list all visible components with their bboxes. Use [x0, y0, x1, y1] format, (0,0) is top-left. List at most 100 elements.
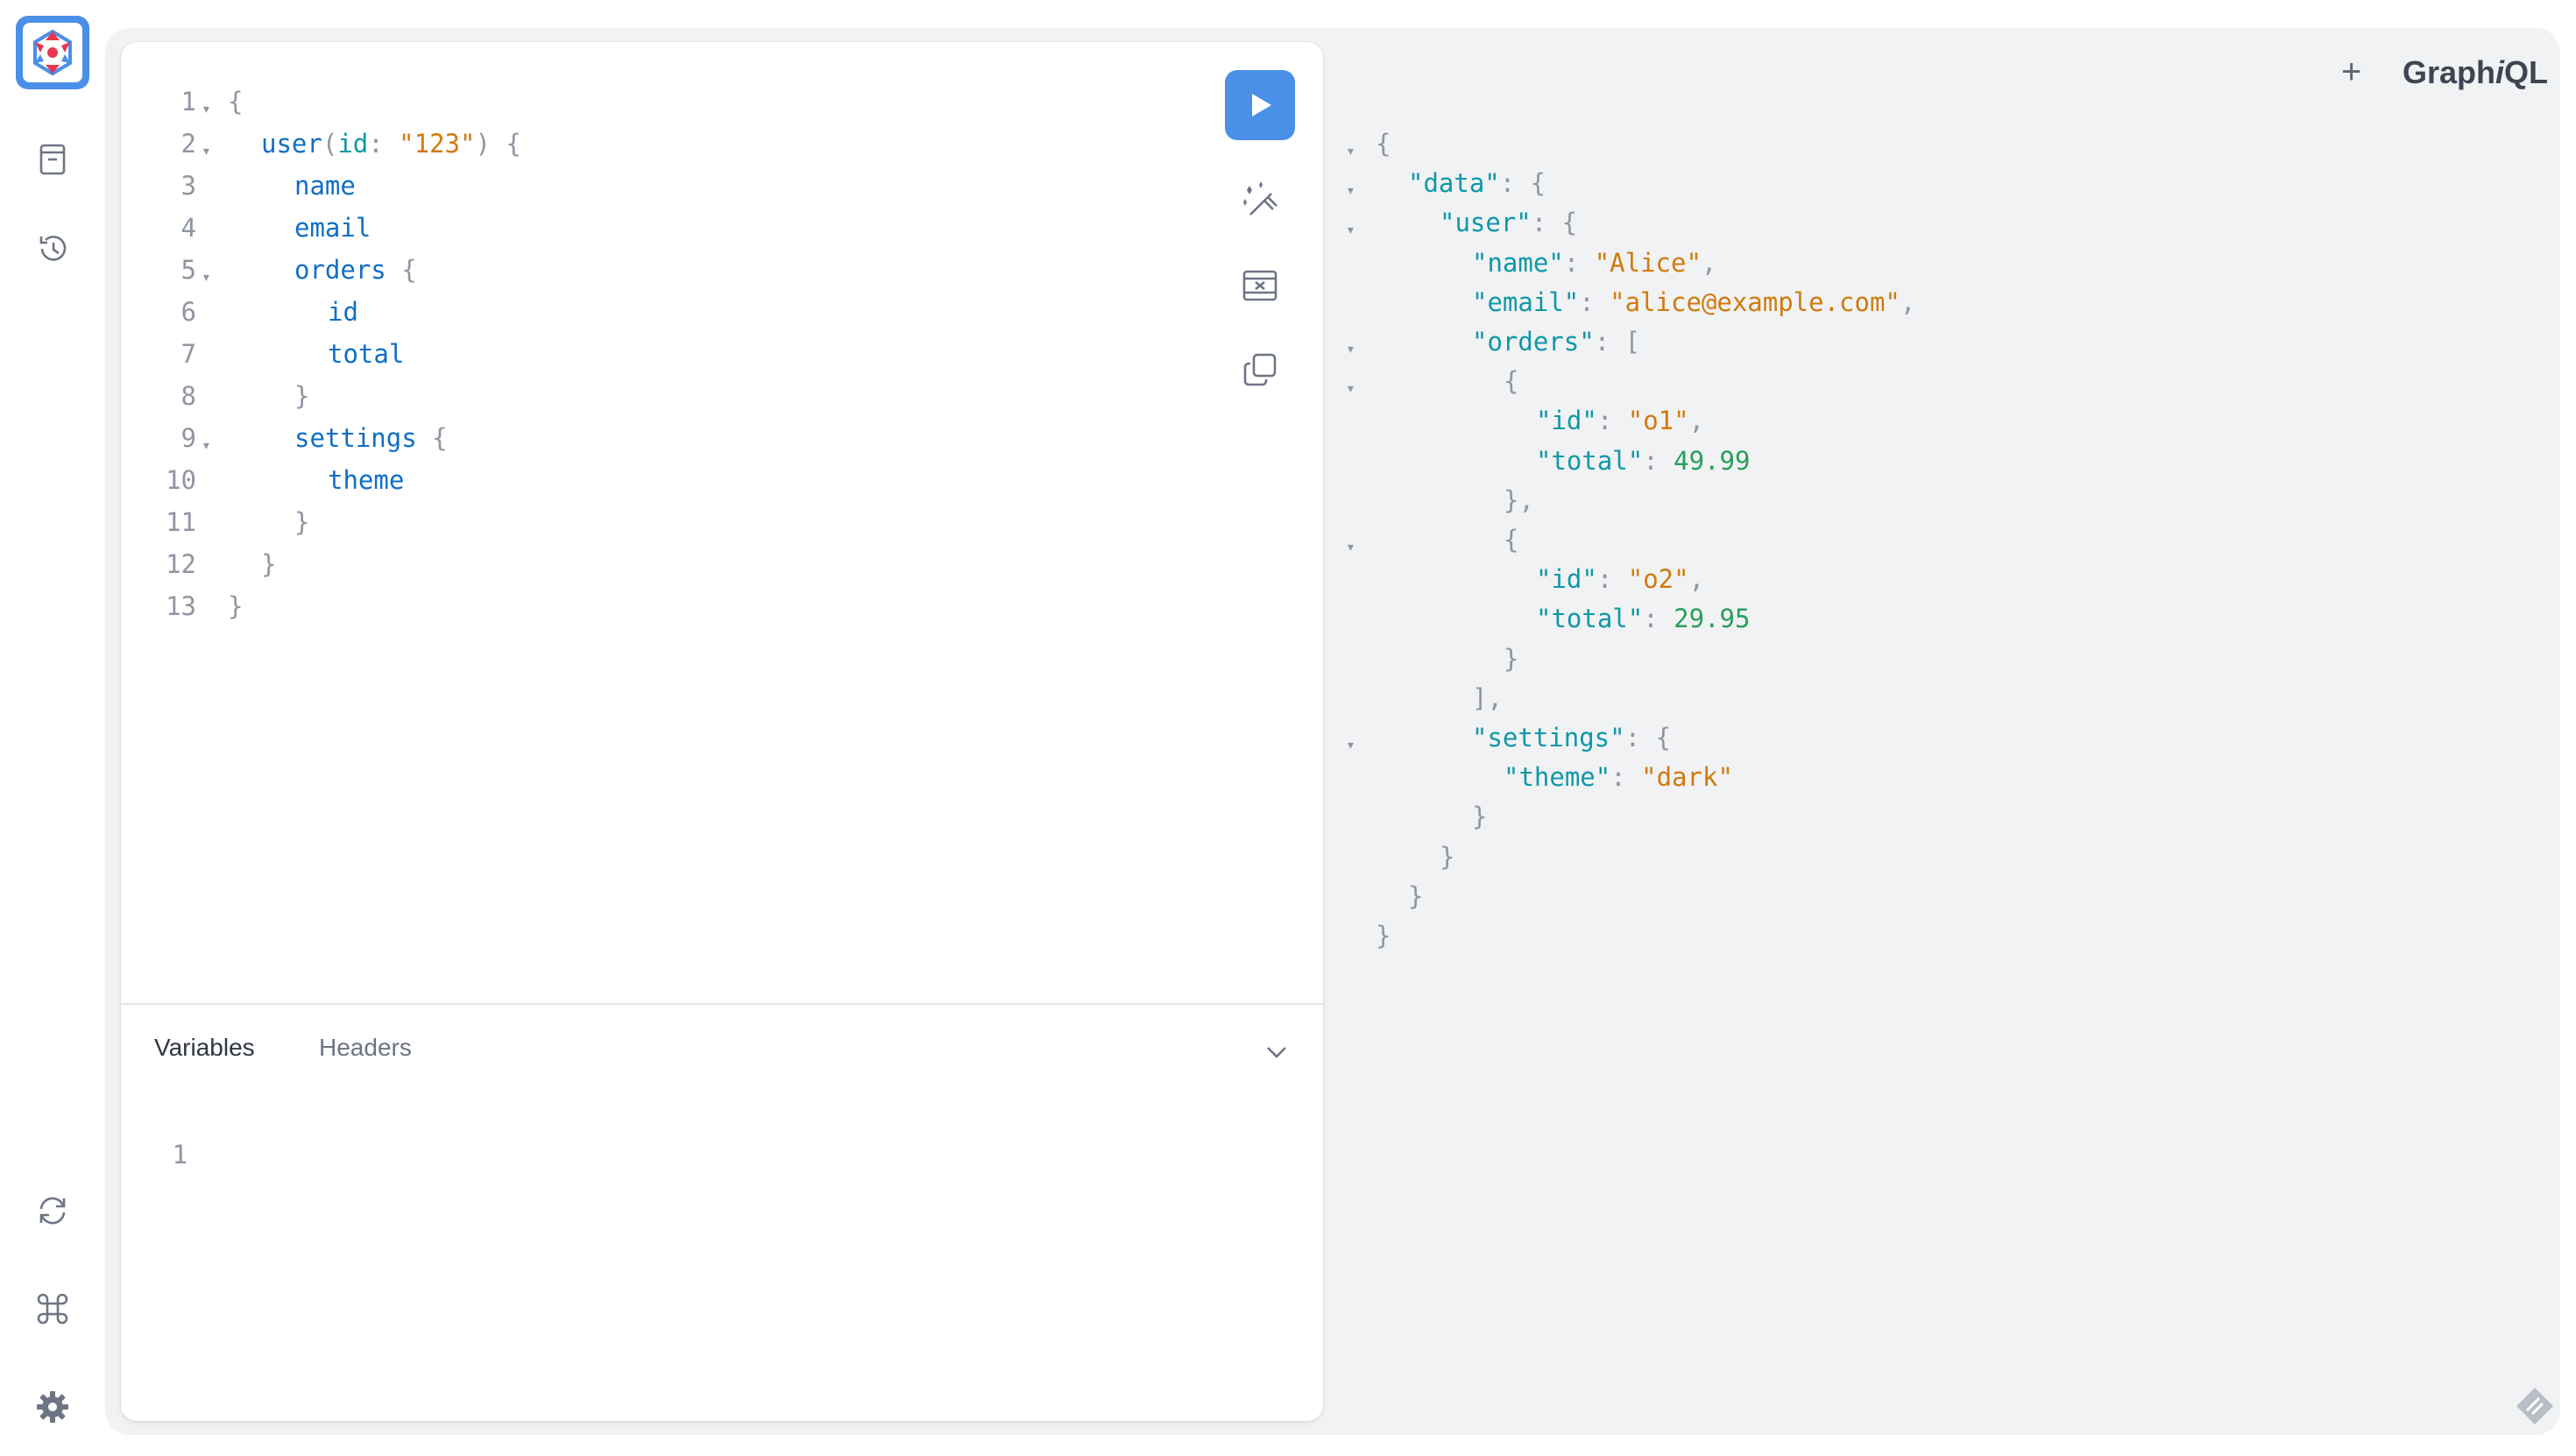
merge-fragments-icon — [1242, 270, 1277, 301]
shortcuts-icon[interactable] — [26, 1283, 79, 1335]
fold-toggle-icon[interactable]: ▾ — [202, 258, 211, 297]
fold-toggle-icon[interactable]: ▾ — [1346, 725, 1355, 765]
json-key: "orders" — [1472, 327, 1595, 357]
colon: : — [1579, 287, 1610, 317]
query-line: theme — [328, 461, 404, 500]
line-number: 2 — [180, 129, 196, 159]
field-name: user — [261, 129, 322, 159]
fold-toggle-icon[interactable]: ▾ — [1346, 329, 1355, 369]
json-number: 29.95 — [1674, 604, 1751, 633]
chevron-down-icon[interactable] — [1262, 1037, 1292, 1067]
fold-toggle-icon[interactable]: ▾ — [202, 131, 211, 171]
field-name: email — [294, 213, 372, 243]
query-line: settings { — [294, 419, 448, 458]
settings-icon[interactable] — [26, 1381, 79, 1433]
json-key: "data" — [1408, 168, 1500, 198]
result-line: { — [1504, 362, 1518, 401]
colon: : — [1643, 446, 1674, 476]
result-line: "total": 49.99 — [1536, 442, 1750, 481]
brace: } — [228, 591, 244, 621]
colon: : — [1596, 564, 1628, 594]
punctuation: : { — [1624, 723, 1671, 753]
query-line: { — [228, 82, 243, 122]
paren: ( — [322, 129, 338, 159]
brace: { — [1504, 525, 1519, 555]
query-line: total — [328, 335, 404, 374]
comma: , — [1701, 248, 1717, 278]
tab-variables[interactable]: Variables — [154, 1034, 255, 1062]
brace: } — [261, 549, 277, 579]
paren: ) — [475, 129, 491, 159]
brace: { — [228, 87, 244, 117]
json-key: "email" — [1472, 287, 1580, 317]
fold-toggle-icon[interactable]: ▾ — [1346, 171, 1355, 210]
line-number: 10 — [166, 465, 196, 495]
line-number: 8 — [180, 381, 196, 411]
comma: , — [1688, 564, 1705, 594]
sidebar — [0, 0, 105, 1456]
colon: : — [1643, 604, 1674, 633]
graphiql-logo[interactable] — [14, 14, 91, 91]
line-number: 1 — [172, 1140, 188, 1170]
fold-toggle-icon[interactable]: ▾ — [202, 426, 211, 465]
fold-toggle-icon[interactable]: ▾ — [1346, 527, 1355, 567]
json-key: "total" — [1536, 446, 1644, 476]
documentation-icon[interactable] — [26, 133, 79, 186]
result-line: "theme": "dark" — [1504, 758, 1733, 797]
result-line: ], — [1472, 679, 1503, 718]
field-name: name — [294, 171, 356, 201]
fold-toggle-icon[interactable]: ▾ — [202, 89, 211, 129]
query-line: name — [294, 166, 356, 206]
brace: { — [386, 255, 417, 285]
brace: } — [1408, 881, 1424, 911]
result-line: "email": "alice@example.com", — [1472, 283, 1915, 322]
prettify-button[interactable] — [1234, 175, 1286, 228]
query-line: } — [294, 377, 309, 416]
copy-icon — [1243, 353, 1277, 386]
result-line: "data": { — [1408, 164, 1546, 203]
copy-query-button[interactable] — [1234, 343, 1286, 396]
execute-query-button[interactable] — [1225, 70, 1295, 140]
field-name: settings — [294, 423, 417, 453]
argument-name: id — [337, 129, 369, 159]
history-icon[interactable] — [26, 223, 79, 275]
field-name: theme — [328, 465, 405, 495]
result-line: "settings": { — [1472, 718, 1671, 758]
brace: { — [1376, 129, 1391, 159]
result-line: "orders": [ — [1472, 322, 1640, 362]
fold-toggle-icon[interactable]: ▾ — [1346, 131, 1355, 171]
colon: : — [368, 129, 400, 159]
result-line: } — [1440, 838, 1454, 877]
query-line: } — [261, 545, 276, 584]
json-key: "id" — [1536, 564, 1597, 594]
result-line: "total": 29.95 — [1536, 599, 1750, 639]
json-number: 49.99 — [1674, 446, 1751, 476]
brace: }, — [1504, 485, 1534, 515]
json-string: "alice@example.com" — [1610, 287, 1900, 317]
line-number: 11 — [166, 507, 196, 537]
result-line: "id": "o1", — [1536, 401, 1704, 441]
punctuation: : [ — [1594, 327, 1641, 357]
field-name: total — [328, 339, 405, 369]
fold-toggle-icon[interactable]: ▾ — [1346, 210, 1355, 250]
result-line: "id": "o2", — [1536, 560, 1704, 599]
query-line: id — [328, 293, 358, 332]
line-number: 4 — [180, 213, 196, 243]
punctuation: : { — [1531, 208, 1578, 237]
add-tab-button[interactable]: + — [2341, 54, 2361, 89]
json-key: "settings" — [1472, 723, 1625, 753]
brace: } — [294, 507, 310, 537]
json-string: "Alice" — [1594, 248, 1702, 278]
play-icon — [1252, 94, 1271, 117]
tab-headers[interactable]: Headers — [319, 1034, 412, 1062]
merge-fragments-button[interactable] — [1234, 259, 1286, 312]
fold-toggle-icon[interactable]: ▾ — [1346, 369, 1355, 408]
line-number: 6 — [180, 297, 196, 327]
brace: ], — [1472, 683, 1503, 713]
colon: : — [1563, 248, 1595, 278]
json-key: "name" — [1472, 248, 1564, 278]
refetch-schema-icon[interactable] — [26, 1184, 79, 1237]
resize-handle-icon[interactable] — [2513, 1384, 2557, 1428]
comma: , — [1900, 287, 1916, 317]
brace: } — [1376, 921, 1391, 951]
